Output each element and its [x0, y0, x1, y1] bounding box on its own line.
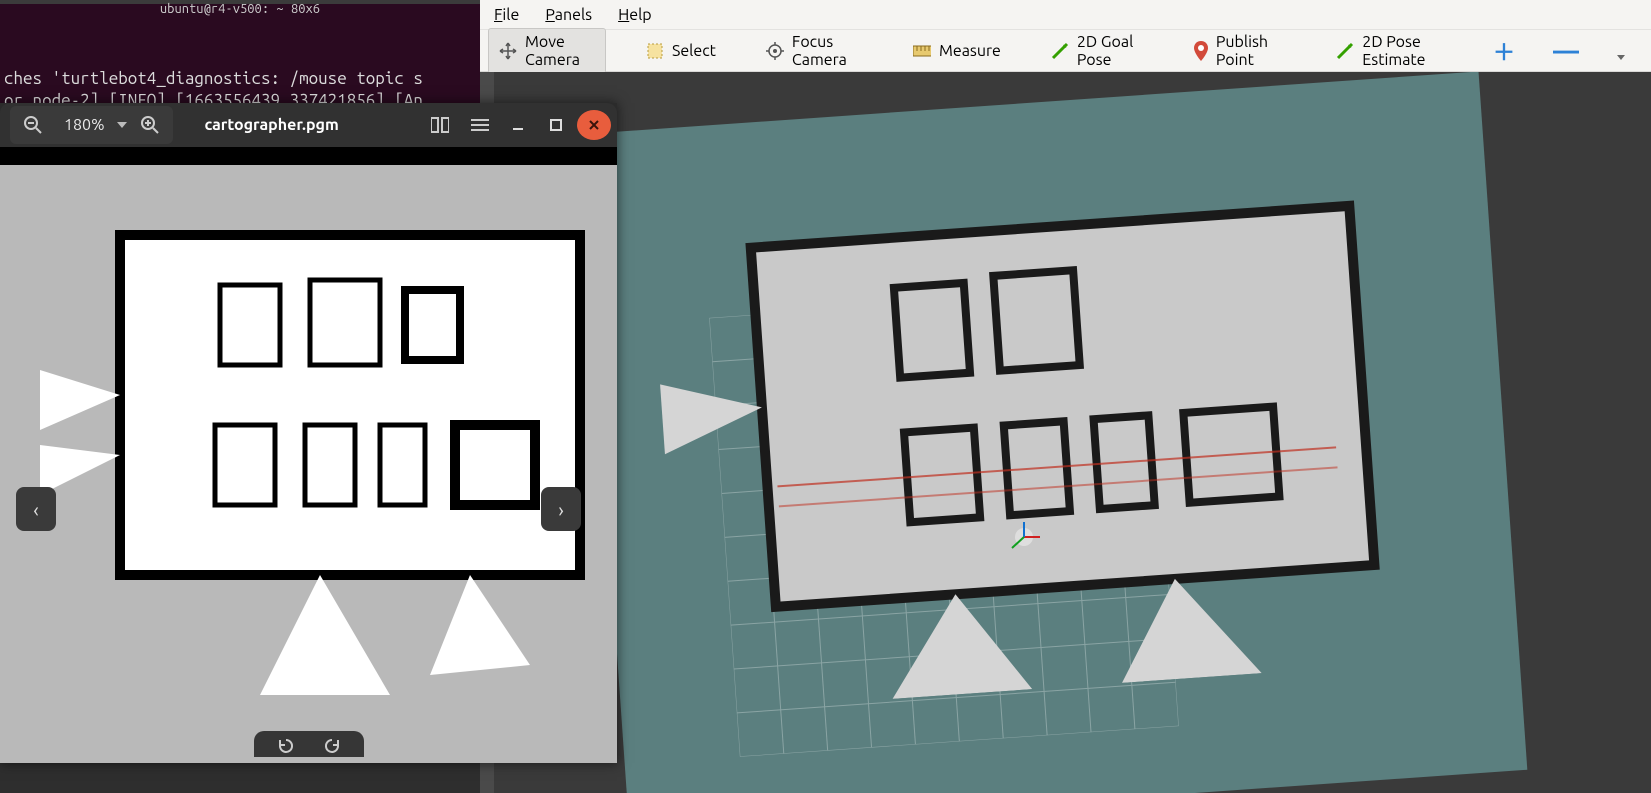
image-viewer-window: 180% cartographer.pgm	[0, 103, 617, 763]
focus-camera-icon	[766, 42, 784, 60]
terminal-titlebar: ubuntu@r4-v500: ~ 80x6	[0, 0, 480, 4]
hamburger-menu-button[interactable]	[461, 108, 499, 142]
image-viewer-header: 180% cartographer.pgm	[0, 103, 617, 147]
move-camera-icon	[499, 42, 517, 60]
tool-label: Select	[672, 42, 716, 60]
menu-help[interactable]: Help	[618, 6, 652, 24]
rviz-occupancy-map	[627, 139, 1481, 715]
tool-measure[interactable]: Measure	[903, 38, 1011, 64]
window-close-icon	[587, 118, 601, 132]
dual-pane-icon	[431, 117, 449, 133]
tool-2d-goal-pose[interactable]: 2D Goal Pose	[1041, 29, 1154, 73]
tool-label: Measure	[939, 42, 1001, 60]
rviz-robot-marker	[1004, 522, 1044, 552]
image-viewer-bottom-toolbar	[254, 731, 364, 757]
tool-focus-camera[interactable]: Focus Camera	[756, 29, 873, 73]
rotate-ccw-icon	[277, 737, 295, 755]
window-minimize-icon	[511, 118, 525, 132]
zoom-control: 180%	[10, 106, 173, 144]
rotate-ccw-button[interactable]	[272, 735, 300, 757]
image-viewer-body[interactable]: ‹ ›	[0, 147, 617, 763]
rotate-cw-button[interactable]	[318, 735, 346, 757]
previous-image-button[interactable]: ‹	[16, 487, 56, 531]
select-icon	[646, 42, 664, 60]
zoom-out-icon	[24, 116, 42, 134]
rviz-toolbar: Move Camera Select Focus Camera Measure	[480, 30, 1651, 72]
window-minimize-button[interactable]	[501, 110, 535, 140]
tool-publish-point[interactable]: Publish Point	[1184, 29, 1296, 73]
publish-point-icon	[1194, 42, 1208, 60]
window-close-button[interactable]	[577, 110, 611, 140]
pgm-map-canvas	[0, 165, 617, 763]
rviz-window: File Panels Help Move Camera Select Focu…	[480, 0, 1651, 793]
tool-label: Publish Point	[1216, 33, 1286, 69]
zoom-in-icon	[141, 116, 159, 134]
zoom-caret-icon[interactable]	[117, 122, 127, 128]
tool-label: Focus Camera	[792, 33, 863, 69]
rviz-3d-viewport[interactable]	[480, 72, 1651, 793]
zoom-percent-label[interactable]: 180%	[56, 116, 113, 134]
toolbar-add-button[interactable]: ＋	[1493, 35, 1515, 67]
tool-label: 2D Pose Estimate	[1362, 33, 1453, 69]
chevron-left-icon: ‹	[33, 498, 39, 521]
measure-icon	[913, 42, 931, 60]
image-viewer-title: cartographer.pgm	[179, 116, 419, 134]
chevron-right-icon: ›	[558, 498, 564, 521]
window-maximize-icon	[549, 118, 563, 132]
menu-file[interactable]: File	[494, 6, 519, 24]
zoom-out-button[interactable]	[14, 108, 52, 142]
rotate-cw-icon	[323, 737, 341, 755]
window-maximize-button[interactable]	[539, 110, 573, 140]
tool-label: 2D Goal Pose	[1077, 33, 1144, 69]
menu-panels[interactable]: Panels	[545, 6, 592, 24]
hamburger-menu-icon	[471, 118, 489, 132]
zoom-in-button[interactable]	[131, 108, 169, 142]
tool-move-camera[interactable]: Move Camera	[488, 28, 606, 74]
goal-pose-icon	[1051, 42, 1069, 60]
tool-label: Move Camera	[525, 33, 595, 69]
next-image-button[interactable]: ›	[541, 487, 581, 531]
tool-select[interactable]: Select	[636, 38, 726, 64]
rviz-menubar: File Panels Help	[480, 0, 1651, 30]
toolbar-more-caret-icon[interactable]	[1617, 55, 1625, 60]
pose-estimate-icon	[1336, 42, 1354, 60]
tool-2d-pose-estimate[interactable]: 2D Pose Estimate	[1326, 29, 1463, 73]
dual-pane-button[interactable]	[421, 108, 459, 142]
